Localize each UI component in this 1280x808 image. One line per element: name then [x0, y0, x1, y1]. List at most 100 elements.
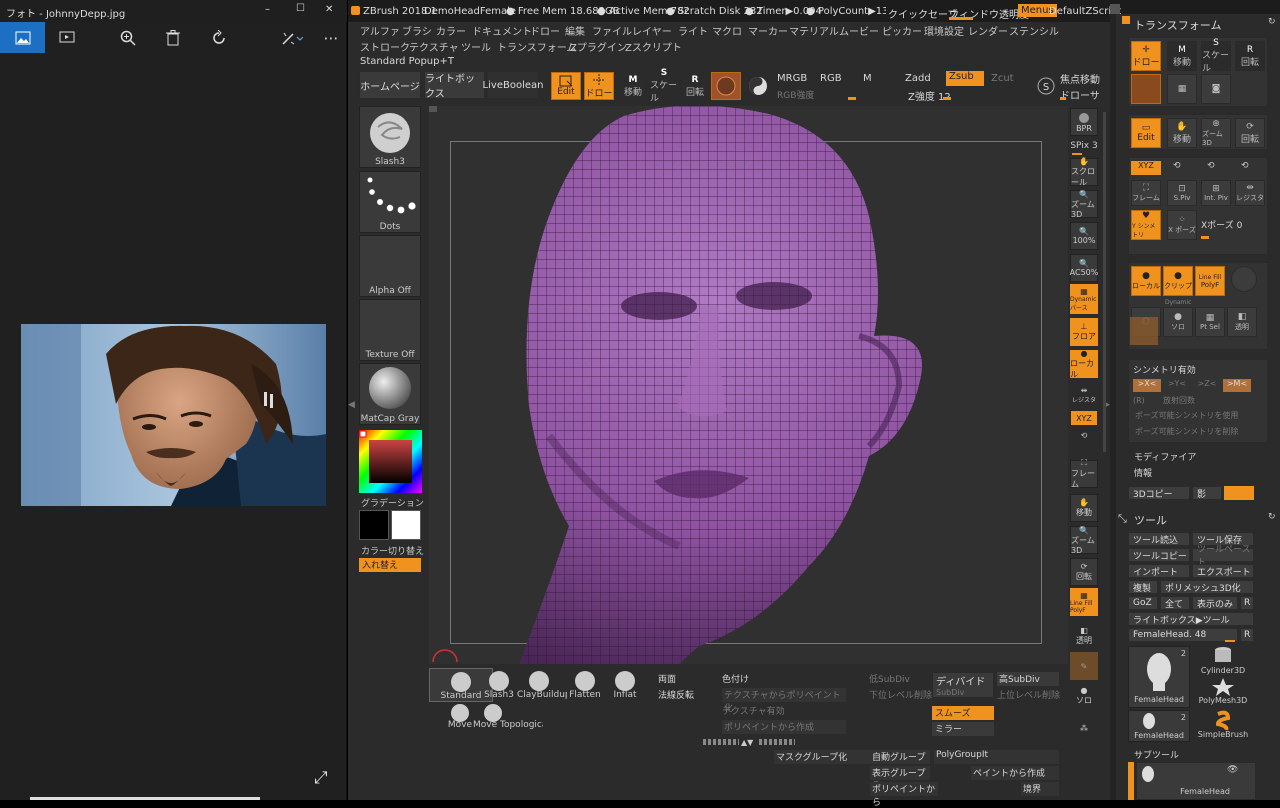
- image-icon[interactable]: [0, 22, 45, 53]
- transform-sphere-button[interactable]: [1231, 266, 1257, 292]
- make-polymesh3d-button[interactable]: ポリメッシュ3D化: [1160, 580, 1254, 594]
- solo-button[interactable]: ● ソロ: [1070, 682, 1098, 710]
- lower-subdiv-button[interactable]: 低SubDiv: [869, 672, 910, 685]
- delete-posable-symmetry-button[interactable]: ポーズ可能シンメトリを削除: [1133, 426, 1263, 440]
- texture-to-polypaint-button[interactable]: テクスチャからポリペイント化: [722, 688, 846, 714]
- menu-macro[interactable]: マクロ: [712, 23, 742, 38]
- more-icon[interactable]: ⋯: [318, 22, 344, 53]
- create-from-polypaint-button[interactable]: ポリペイントから作成: [722, 720, 846, 734]
- transform-zoom-button[interactable]: ⊕ ズーム3D: [1201, 118, 1231, 148]
- xyz-rail-button[interactable]: XYZ: [1071, 411, 1097, 425]
- smooth-button[interactable]: スムーズ: [932, 706, 994, 720]
- local-button[interactable]: ● ローカル: [1070, 349, 1098, 379]
- minimize-button[interactable]: –: [265, 4, 270, 15]
- rotate-rail-button[interactable]: ⟳ 回転: [1070, 558, 1098, 586]
- primary-color-swatch[interactable]: [359, 510, 389, 540]
- transform-frame-button[interactable]: ⛶ フレーム: [1131, 180, 1161, 206]
- sym-x-button[interactable]: >X<: [1133, 379, 1161, 392]
- menu-stencil[interactable]: ステンシル: [1009, 23, 1059, 38]
- transform-xpose-button[interactable]: ⁘ X ポーズ: [1167, 210, 1197, 240]
- tool-close-icon[interactable]: ↻: [1268, 512, 1276, 522]
- colorize-button[interactable]: 色付け: [722, 672, 749, 685]
- copy3d-button[interactable]: 3Dコピー: [1128, 486, 1190, 500]
- transform-scale-button[interactable]: S スケール: [1201, 38, 1231, 74]
- rgb-intensity-slider[interactable]: RGB強度: [777, 88, 814, 101]
- delete-icon[interactable]: [158, 22, 188, 53]
- slideshow-icon[interactable]: [52, 22, 82, 53]
- subtool-scroll[interactable]: [1128, 762, 1134, 800]
- transform-handle-icon[interactable]: [1122, 16, 1130, 24]
- shelf-toggle-icon[interactable]: ▲▼: [741, 738, 753, 747]
- color-picker[interactable]: [359, 430, 422, 493]
- stroke-slot[interactable]: Dots: [359, 171, 421, 233]
- r-button[interactable]: R: [1240, 596, 1254, 610]
- alpha-slot[interactable]: Alpha Off: [359, 235, 421, 297]
- shadow-button[interactable]: 影: [1192, 486, 1222, 500]
- rotate-mode-button[interactable]: R 回転: [680, 72, 710, 100]
- swap-colors-button[interactable]: 入れ替え: [359, 558, 421, 572]
- transform-transp-button[interactable]: ◧ 透明: [1227, 307, 1257, 337]
- bpr-button[interactable]: BPR: [1070, 108, 1098, 136]
- flip-normals-button[interactable]: 法線反転: [658, 688, 694, 701]
- export-button[interactable]: エクスポート: [1192, 564, 1254, 578]
- higher-subdiv-button[interactable]: 高SubDiv: [997, 672, 1059, 686]
- menu-texture[interactable]: テクスチャ: [409, 39, 459, 54]
- brush-slot[interactable]: Slash3: [359, 106, 421, 168]
- mrgb-button[interactable]: MRGB: [777, 73, 807, 84]
- texture-button[interactable]: [746, 74, 770, 98]
- menu-draw[interactable]: ドロー: [530, 23, 560, 38]
- close-button[interactable]: ✕: [325, 4, 333, 15]
- use-posable-symmetry-button[interactable]: ポーズ可能シンメトリを使用: [1133, 410, 1263, 424]
- spix-slider[interactable]: SPix 3: [1068, 139, 1100, 153]
- zcut-button[interactable]: Zcut: [991, 73, 1014, 84]
- zoom-icon[interactable]: [113, 22, 143, 53]
- transform-spiv-button[interactable]: ⊡ S.Piv: [1167, 180, 1197, 206]
- r-button-2[interactable]: R: [1240, 628, 1254, 642]
- tool-thumb-polymesh[interactable]: PolyMesh3D: [1192, 678, 1254, 708]
- current-tool-slider[interactable]: FemaleHead. 48: [1128, 628, 1238, 642]
- mask-group-button[interactable]: マスクグループ化: [774, 750, 870, 764]
- scroll-grip-left[interactable]: [703, 739, 739, 745]
- color-switch-button[interactable]: カラー切り替え: [361, 544, 424, 557]
- secondary-color-swatch[interactable]: [391, 510, 421, 540]
- transform-draw-button[interactable]: ✛ ドロー: [1131, 41, 1161, 71]
- axis-y-icon[interactable]: ⟲: [1173, 161, 1181, 171]
- menu-transform[interactable]: トランスフォーム: [497, 39, 577, 54]
- m-button[interactable]: M: [863, 73, 872, 84]
- menu-edit[interactable]: 編集: [565, 23, 585, 38]
- transform-xyz-button[interactable]: XYZ: [1131, 161, 1161, 175]
- tool-thumb-femalehead[interactable]: 2 FemaleHead: [1128, 646, 1190, 708]
- import-button[interactable]: インポート: [1128, 564, 1190, 578]
- symmetry-title[interactable]: シンメトリ有効: [1133, 363, 1196, 376]
- brush-claybuildup[interactable]: ClayBuildup: [517, 668, 567, 702]
- transform-orbit-button[interactable]: ⟳ 回転: [1235, 118, 1265, 148]
- maximize-button[interactable]: ☐: [296, 3, 305, 14]
- xpose-slider[interactable]: Xポーズ 0: [1201, 218, 1242, 231]
- menu-alpha[interactable]: アルファ: [360, 23, 400, 38]
- menu-document[interactable]: ドキュメント: [472, 23, 532, 38]
- scale-mode-button[interactable]: S スケール: [649, 68, 679, 104]
- rgb-button[interactable]: RGB: [820, 73, 842, 84]
- menu-preferences[interactable]: 環境設定: [924, 23, 964, 38]
- move-mode-button[interactable]: M 移動: [618, 72, 648, 100]
- transform-clip-button[interactable]: ● クリップ: [1163, 266, 1193, 296]
- info-section[interactable]: 情報: [1134, 466, 1152, 479]
- ghost-button[interactable]: ✎: [1070, 652, 1098, 680]
- material-button[interactable]: [711, 72, 741, 100]
- modifier-section[interactable]: モディファイア: [1134, 450, 1196, 463]
- expand-icon[interactable]: ⤢: [314, 768, 328, 788]
- menu-color[interactable]: カラー: [436, 23, 466, 38]
- visible-only-button[interactable]: 表示のみ: [1192, 596, 1238, 610]
- texture-enable-button[interactable]: テクスチャ有効: [722, 704, 785, 717]
- frame-button[interactable]: ⛶ フレーム: [1070, 458, 1098, 489]
- gradient-label[interactable]: グラデーション: [361, 496, 424, 509]
- brush-inflate[interactable]: Inflat: [605, 668, 645, 702]
- zoom3d-rail-button[interactable]: 🔍 ズーム3D: [1070, 190, 1098, 219]
- transparent-button[interactable]: ◧ 透明: [1070, 622, 1098, 650]
- from-paint-button[interactable]: ペイントから作成: [971, 766, 1059, 780]
- zsub-button[interactable]: Zsub: [946, 71, 984, 86]
- menu-file[interactable]: ファイル: [592, 23, 632, 38]
- delete-higher-button[interactable]: 上位レベル削除: [997, 688, 1060, 701]
- subtool-title[interactable]: サブツール: [1134, 748, 1179, 761]
- draw-mode-button[interactable]: ドロー: [584, 72, 614, 100]
